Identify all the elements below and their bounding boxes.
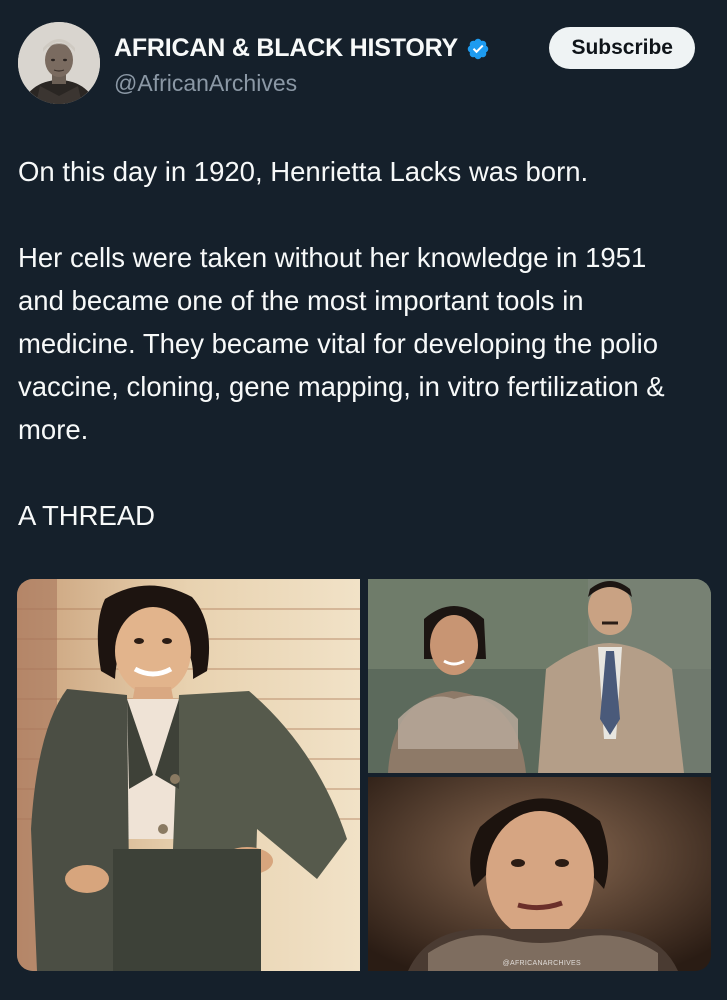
photo-portrait[interactable]: @AFRICANARCHIVES — [368, 777, 711, 971]
avatar-portrait-image — [18, 22, 100, 104]
post-header: AFRICAN & BLACK HISTORY @AfricanArchives… — [18, 22, 697, 112]
photo-couple[interactable] — [368, 579, 711, 773]
post-text: On this day in 1920, Henrietta Lacks was… — [18, 150, 708, 537]
author-name-row: AFRICAN & BLACK HISTORY — [114, 34, 490, 63]
photo-watermark: @AFRICANARCHIVES — [502, 960, 581, 967]
author-avatar[interactable] — [18, 22, 100, 104]
post-paragraph: A THREAD — [18, 500, 156, 531]
author-handle[interactable]: @AfricanArchives — [114, 70, 297, 97]
subscribe-button[interactable]: Subscribe — [549, 27, 695, 69]
author-display-name[interactable]: AFRICAN & BLACK HISTORY — [114, 34, 458, 63]
verified-badge-icon[interactable] — [466, 37, 490, 61]
post-paragraph: On this day in 1920, Henrietta Lacks was… — [18, 156, 589, 187]
photo-standing-woman[interactable] — [17, 579, 360, 971]
post-paragraph: Her cells were taken without her knowled… — [18, 242, 665, 445]
media-grid: @AFRICANARCHIVES — [17, 579, 711, 971]
post-card: AFRICAN & BLACK HISTORY @AfricanArchives… — [0, 0, 727, 1000]
